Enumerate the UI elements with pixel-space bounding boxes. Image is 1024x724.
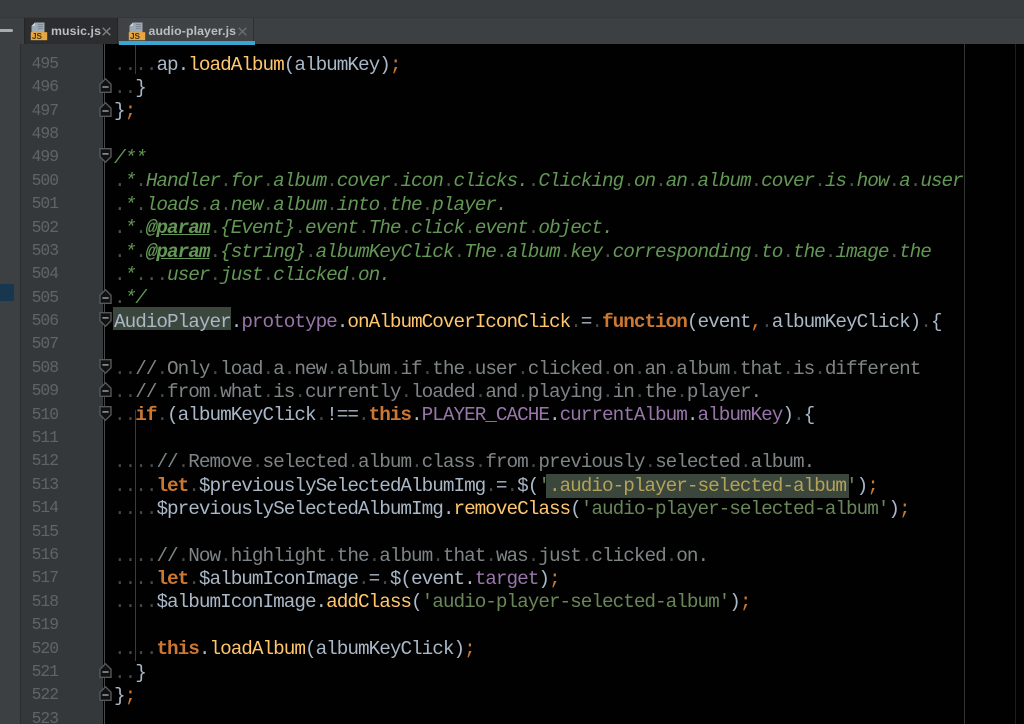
svg-text:JS: JS <box>130 32 141 41</box>
svg-text:JS: JS <box>32 32 43 41</box>
